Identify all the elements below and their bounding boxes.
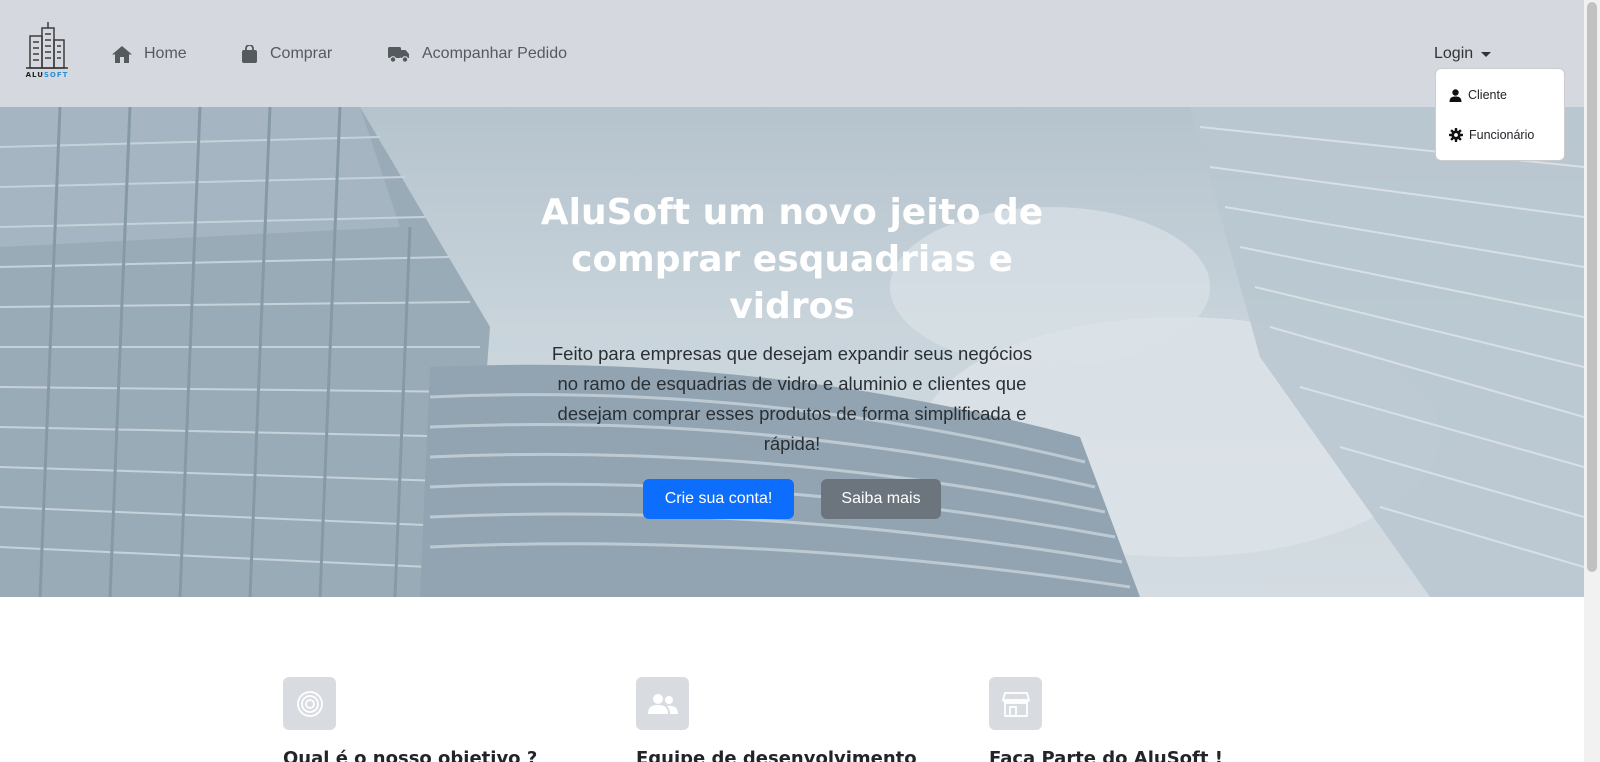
buildings-logo-icon [26, 22, 68, 69]
login-dropdown-menu: Cliente Funcionário [1435, 68, 1565, 161]
hero-title: AluSoft um novo jeito de comprar esquadr… [540, 192, 1044, 327]
user-icon [1449, 88, 1462, 102]
nav-comprar-label: Comprar [270, 45, 333, 62]
brand-logo[interactable]: ALUSOFT [22, 22, 72, 82]
feature-objetivo: Qual é o nosso objetivo ? [283, 677, 623, 762]
nav-acompanhar-pedido-link[interactable]: Acompanhar Pedido [388, 42, 567, 66]
brand-word-accent: SOFT [43, 71, 69, 79]
hero-description: Feito para empresas que desejam expandir… [551, 343, 1033, 454]
feature-title: Faça Parte do AluSoft ! [989, 748, 1223, 762]
nav-comprar-link[interactable]: Comprar [241, 42, 332, 66]
learn-more-button[interactable]: Saiba mais [821, 479, 941, 519]
login-label: Login [1434, 45, 1474, 62]
create-account-button[interactable]: Crie sua conta! [643, 479, 794, 519]
dropdown-item-cliente[interactable]: Cliente [1449, 85, 1507, 105]
feature-title: Equipe de desenvolvimento [636, 748, 917, 762]
nav-home-label: Home [144, 45, 187, 62]
dropdown-item-funcionario-label: Funcionário [1469, 128, 1535, 142]
feature-icon-box [636, 677, 689, 730]
gear-icon [1449, 128, 1463, 142]
nav-home-link[interactable]: Home [112, 42, 187, 66]
shopping-bag-icon [242, 45, 257, 63]
team-icon [647, 693, 678, 714]
truck-icon [388, 46, 409, 63]
feature-faca-parte: Faça Parte do AluSoft ! [989, 677, 1329, 762]
store-icon [1001, 691, 1030, 717]
feature-icon-box [283, 677, 336, 730]
scrollbar-thumb[interactable] [1587, 2, 1597, 572]
login-dropdown-toggle[interactable]: Login [1434, 42, 1492, 66]
caret-down-icon [1481, 51, 1492, 57]
dropdown-item-funcionario[interactable]: Funcionário [1449, 125, 1534, 145]
target-icon [296, 690, 323, 717]
hero-banner: AluSoft um novo jeito de comprar esquadr… [0, 107, 1584, 597]
feature-icon-box [989, 677, 1042, 730]
dropdown-item-cliente-label: Cliente [1468, 88, 1507, 102]
home-icon [112, 45, 132, 63]
brand-word: ALU [25, 71, 44, 79]
feature-equipe: Equipe de desenvolvimento [636, 677, 976, 762]
page-scrollbar[interactable] [1584, 0, 1600, 762]
nav-acompanhar-pedido-label: Acompanhar Pedido [422, 45, 567, 62]
feature-title: Qual é o nosso objetivo ? [283, 748, 538, 762]
brand-wordmark: ALUSOFT [22, 71, 72, 79]
navbar: ALUSOFT Home Comprar Acompanhar Pedido L… [0, 0, 1584, 107]
